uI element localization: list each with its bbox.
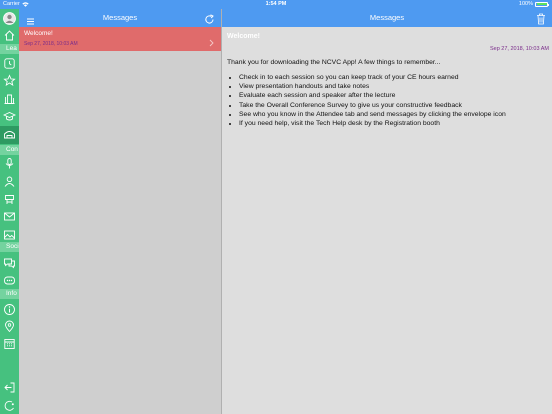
- battery-icon: [535, 1, 549, 7]
- avatar-icon[interactable]: [3, 12, 16, 25]
- mail-icon[interactable]: [3, 210, 16, 223]
- message-list: Welcome! Sep 27, 2018, 10:03 AM: [19, 27, 221, 414]
- message-icon[interactable]: [3, 274, 16, 287]
- photo-icon[interactable]: [3, 228, 16, 241]
- sidebar-section-1: Lea: [0, 44, 19, 54]
- map-pin-icon[interactable]: [3, 320, 16, 333]
- exhibitor-icon[interactable]: [3, 193, 16, 206]
- logout-icon[interactable]: [3, 381, 16, 394]
- bullet-item: Evaluate each session and speaker after …: [239, 91, 506, 100]
- bullet-item: View presentation handouts and take note…: [239, 82, 506, 91]
- detail-header: Messages: [222, 9, 552, 27]
- message-subject: Welcome!: [24, 30, 53, 37]
- list-title: Messages: [102, 13, 138, 22]
- detail-title: Messages: [369, 13, 405, 22]
- person-icon[interactable]: [3, 175, 16, 188]
- chevron-right-icon: [209, 34, 214, 52]
- bullet-item: If you need help, visit the Tech Help de…: [239, 119, 506, 128]
- calendar-icon[interactable]: [3, 337, 16, 350]
- status-bar: Carrier 1:54 PM 100%: [0, 0, 552, 9]
- bullet-item: Check in to each session so you can keep…: [239, 73, 506, 82]
- clock-icon[interactable]: [3, 57, 16, 70]
- microphone-icon[interactable]: [3, 157, 16, 170]
- battery-indicator: 100%: [518, 1, 549, 7]
- sidebar: Lea Con Soci Info: [0, 9, 19, 414]
- sidebar-section-2: Con: [0, 145, 19, 155]
- detail-intro: Thank you for downloading the NCVC App! …: [227, 59, 441, 66]
- detail-bullet-list: Check in to each session so you can keep…: [239, 73, 506, 128]
- battery-percent: 100%: [518, 1, 533, 7]
- sidebar-section-3: Soci: [0, 242, 19, 252]
- presentation-icon[interactable]: [3, 128, 16, 141]
- sidebar-section-4: Info: [0, 289, 19, 299]
- settings-icon[interactable]: [3, 399, 16, 412]
- info-icon[interactable]: [3, 303, 16, 316]
- building-icon[interactable]: [3, 92, 16, 105]
- list-header: Messages: [19, 9, 221, 27]
- star-icon[interactable]: [3, 74, 16, 87]
- list-item-welcome[interactable]: Welcome! Sep 27, 2018, 10:03 AM: [19, 27, 221, 51]
- message-date: Sep 27, 2018, 10:03 AM: [24, 41, 78, 47]
- home-icon[interactable]: [3, 29, 16, 42]
- bullet-item: Take the Overall Conference Survey to gi…: [239, 101, 506, 110]
- bullet-item: See who you know in the Attendee tab and…: [239, 110, 506, 119]
- status-time: 1:54 PM: [265, 1, 287, 7]
- detail-subject: Welcome!: [227, 33, 260, 40]
- graduation-icon[interactable]: [3, 110, 16, 123]
- message-detail: Welcome! Sep 27, 2018, 10:03 AM Thank yo…: [222, 27, 552, 414]
- detail-date: Sep 27, 2018, 10:03 AM: [489, 46, 549, 52]
- chat-icon[interactable]: [3, 256, 16, 269]
